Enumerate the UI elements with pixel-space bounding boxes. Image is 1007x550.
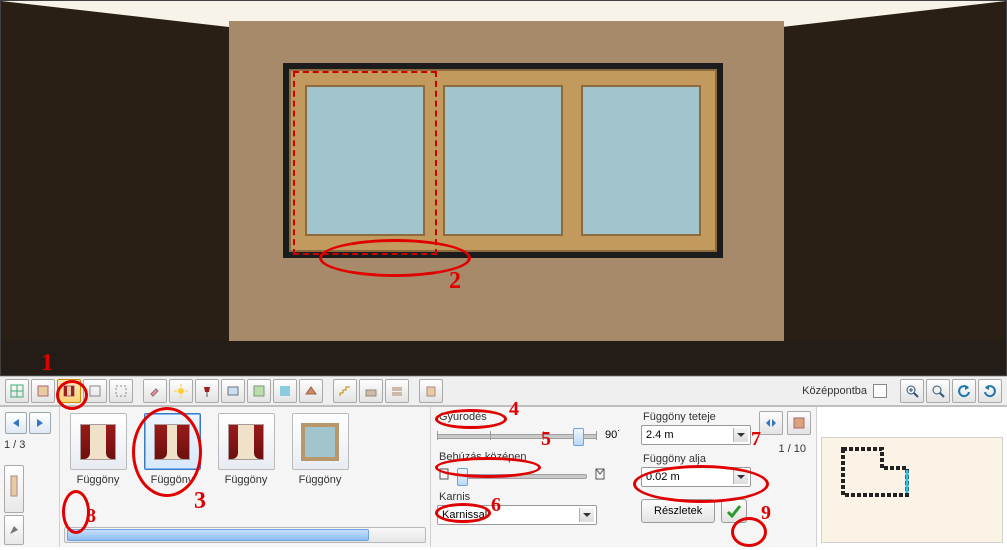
catalog-item-selected[interactable]: Függöny [140,413,204,486]
bottom-panel: 1 / 3 Függöny Függöny Függöny Függ [0,406,1007,547]
zoom-in-button[interactable] [900,379,924,403]
catalog-nav-left: 1 / 3 [0,407,60,547]
scrollbar-thumb[interactable] [67,529,369,541]
center-pull-slider[interactable] [457,465,587,485]
window-pane [299,79,431,242]
tool-floor2-icon[interactable] [385,379,409,403]
window-pane [575,79,707,242]
side-swap-button[interactable] [759,411,783,435]
chevron-down-icon[interactable] [579,508,594,522]
pick-tool-button[interactable] [4,515,24,545]
tool-curtain-icon[interactable] [57,379,81,403]
center-checkbox[interactable] [873,384,887,398]
tool-roof-icon[interactable] [299,379,323,403]
edit-tool-button[interactable] [4,465,24,513]
main-toolbar: Középpontba [0,376,1007,406]
tool-paint-icon[interactable] [143,379,167,403]
center-checkbox-label: Középpontba [802,385,867,397]
curtain-top-value: 2.4 m [646,429,674,441]
gather-slider[interactable] [437,425,597,445]
back-wall[interactable] [229,21,784,341]
curtain-bottom-label: Függöny alja [643,453,801,465]
zoom-fit-button[interactable] [926,379,950,403]
plan-outline-icon [840,446,910,498]
tool-material-icon[interactable] [247,379,271,403]
undo-button[interactable] [952,379,976,403]
tool-sky-icon[interactable] [273,379,297,403]
catalog-item-label: Függöny [140,474,204,486]
tool-grid-icon[interactable] [5,379,29,403]
plan-preview[interactable] [821,437,1003,543]
params-section: Gyurodés 90˙ Behúzás középen Karnis [431,407,817,547]
karnis-label: Karnis [439,491,627,503]
tool-building-icon[interactable] [419,379,443,403]
catalog-item-label: Függöny [288,474,352,486]
center-pull-min-icon [437,467,451,484]
next-page-button[interactable] [29,412,51,434]
curtain-bottom-value: 0.02 m [646,471,680,483]
tool-wall-icon[interactable] [31,379,55,403]
catalog-scrollbar[interactable] [64,527,426,543]
catalog-item[interactable]: Függöny [66,413,130,486]
tool-sun-icon[interactable] [169,379,193,403]
window-pane [437,79,569,242]
prev-page-button[interactable] [5,412,27,434]
center-pull-label: Behúzás középen [439,451,627,463]
tool-lamp-icon[interactable] [195,379,219,403]
curtain-bottom-combo[interactable]: 0.02 m [641,467,751,487]
gather-max-label: 90˙ [605,429,621,441]
redo-button[interactable] [978,379,1002,403]
variant-page-indicator: 1 / 10 [778,443,806,455]
karnis-value: Karnissal [442,509,487,521]
plan-section [817,407,1007,547]
catalog-item[interactable]: Függöny [214,413,278,486]
tool-floor-icon[interactable] [359,379,383,403]
tool-room-outline-icon[interactable] [109,379,133,403]
tool-stairs-icon[interactable] [333,379,357,403]
catalog-item-label: Függöny [66,474,130,486]
window-object[interactable] [283,63,723,258]
ceiling-right [782,1,1006,27]
floor [1,341,1007,376]
ceiling-left [1,1,229,27]
gather-label: Gyurodés [439,411,627,423]
details-button-label: Részletek [654,505,702,517]
chevron-down-icon[interactable] [733,470,748,484]
viewport-3d[interactable]: 2 1 [0,0,1007,376]
tool-picture-icon[interactable] [221,379,245,403]
catalog-item[interactable]: Függöny [288,413,352,486]
annotation-number: 3 [194,489,206,513]
tool-room-icon[interactable] [83,379,107,403]
karnis-combo[interactable]: Karnissal [437,505,597,525]
catalog-item-label: Függöny [214,474,278,486]
window-inner [289,69,717,252]
curtain-top-combo[interactable]: 2.4 m [641,425,751,445]
page-indicator: 1 / 3 [4,439,55,451]
apply-button[interactable] [721,499,747,523]
center-pull-max-icon [593,467,607,484]
catalog-section: Függöny Függöny Függöny Függöny 3 [60,407,431,547]
material-pick-button[interactable] [787,411,811,435]
details-button[interactable]: Részletek [641,499,715,523]
chevron-down-icon[interactable] [733,428,748,442]
